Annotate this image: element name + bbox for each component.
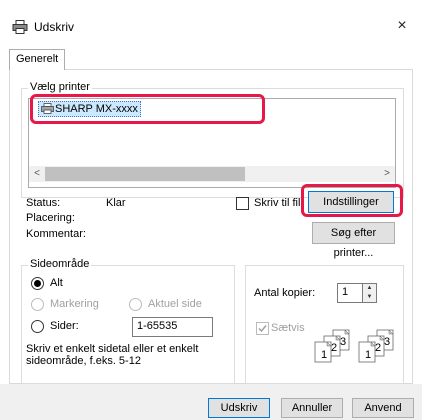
- highlight-printer: [30, 94, 265, 124]
- svg-text:1: 1: [321, 349, 327, 361]
- tab-strip: Generelt: [9, 49, 413, 70]
- status-label: Status:: [26, 197, 61, 209]
- apply-button[interactable]: Anvend: [352, 398, 414, 418]
- svg-text:1: 1: [365, 349, 371, 361]
- checkmark-icon: [258, 325, 267, 333]
- radio-all[interactable]: [31, 277, 44, 290]
- cancel-button[interactable]: Annuller: [281, 398, 343, 418]
- spin-down-icon[interactable]: ▼: [363, 293, 376, 302]
- svg-text:2: 2: [375, 342, 381, 354]
- page-range-label: Sideområde: [28, 258, 92, 270]
- window-title: Udskriv: [34, 20, 75, 34]
- collate-pages-icon: 3 2 1: [314, 329, 350, 363]
- printer-icon: [12, 20, 28, 34]
- print-button[interactable]: Udskriv: [208, 398, 270, 418]
- svg-text:2: 2: [331, 342, 337, 354]
- radio-pages-label: Sider:: [50, 320, 79, 332]
- horizontal-scrollbar[interactable]: < >: [29, 166, 395, 182]
- copies-spinner[interactable]: ▲ ▼: [363, 283, 377, 303]
- comment-label: Kommentar:: [26, 228, 86, 240]
- collate-pages-icon-2: 3 2 1: [358, 329, 394, 363]
- page-range-help-line2: sideområde, f.eks. 5-12: [26, 355, 141, 367]
- close-button[interactable]: ×: [388, 14, 416, 38]
- printer-group-label: Vælg printer: [28, 81, 92, 93]
- print-to-file-checkbox[interactable]: [236, 197, 249, 210]
- copies-count-input[interactable]: 1: [337, 283, 363, 303]
- svg-text:3: 3: [384, 336, 390, 348]
- tab-general[interactable]: Generelt: [9, 49, 66, 70]
- radio-pages[interactable]: [31, 320, 44, 333]
- radio-selection: [31, 298, 44, 311]
- collate-checkbox: [256, 322, 269, 335]
- radio-current-page: [129, 298, 142, 311]
- radio-all-dot: [34, 280, 41, 287]
- title-bar: Udskriv ×: [0, 0, 422, 44]
- find-printer-button[interactable]: Søg efter printer...: [312, 222, 395, 259]
- location-label: Placering:: [26, 212, 75, 224]
- copies-count-label: Antal kopier:: [254, 287, 316, 299]
- pages-input[interactable]: 1-65535: [132, 317, 213, 337]
- status-value: Klar: [106, 197, 126, 209]
- scrollbar-thumb[interactable]: [45, 167, 245, 181]
- radio-all-label: Alt: [50, 277, 63, 289]
- print-to-file-label: Skriv til fil: [254, 197, 301, 209]
- svg-text:3: 3: [340, 336, 346, 348]
- page-range-help-line1: Skriv et enkelt sidetal eller et enkelt: [26, 343, 199, 355]
- scroll-left-icon[interactable]: <: [29, 166, 45, 182]
- highlight-settings: [301, 184, 403, 217]
- spin-up-icon[interactable]: ▲: [363, 284, 376, 293]
- radio-selection-label: Markering: [50, 298, 99, 310]
- collate-label: Sætvis: [271, 322, 305, 334]
- radio-current-page-label: Aktuel side: [148, 298, 202, 310]
- scroll-right-icon[interactable]: >: [379, 166, 395, 182]
